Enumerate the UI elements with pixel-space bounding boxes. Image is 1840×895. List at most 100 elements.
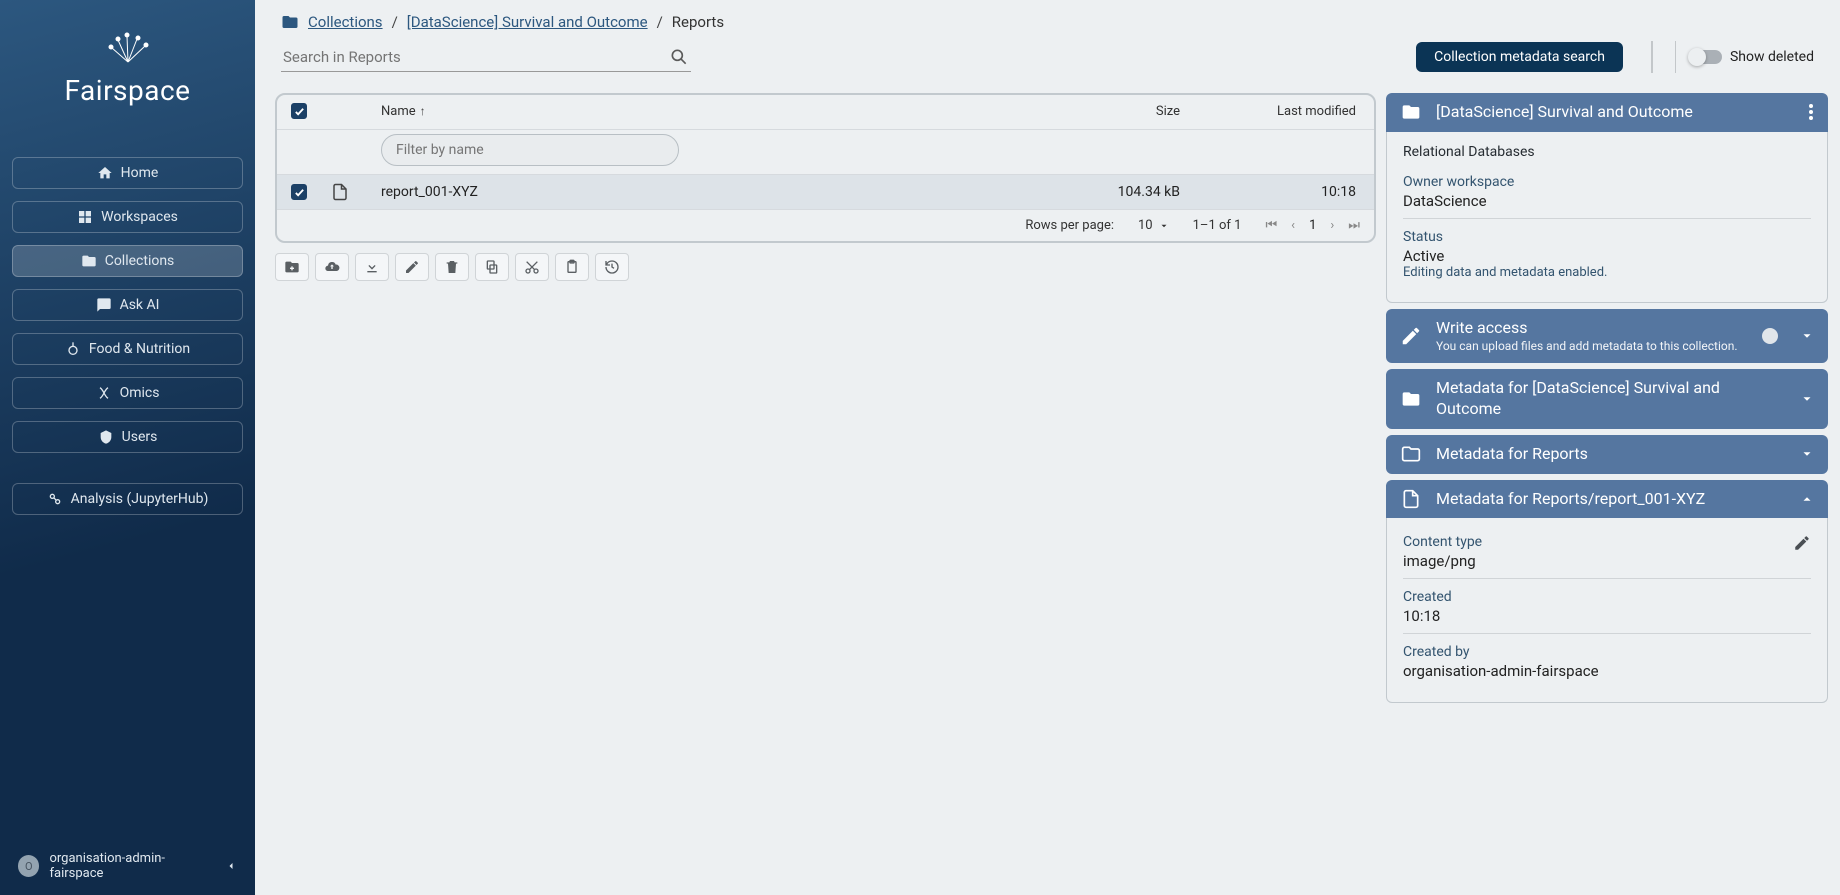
shield-icon (98, 429, 114, 445)
filter-by-name-input[interactable] (381, 134, 679, 166)
cut-button[interactable] (515, 253, 549, 281)
action-toolbar (275, 253, 1376, 281)
col-modified[interactable]: Last modified (1277, 104, 1356, 119)
copy-button[interactable] (475, 253, 509, 281)
breadcrumb-root[interactable]: Collections (308, 13, 383, 31)
row-name: report_001-XYZ (381, 184, 1000, 200)
sidebar-item-analysis[interactable]: Analysis (JupyterHub) (12, 483, 243, 515)
chevron-down-icon (1800, 329, 1814, 343)
created-by-value: organisation-admin-fairspace (1403, 662, 1811, 680)
created-by-label: Created by (1403, 644, 1811, 660)
main: Collections / [DataScience] Survival and… (255, 0, 1840, 895)
sidebar-nav: Home Workspaces Collections Ask AI Food … (0, 157, 255, 527)
download-button[interactable] (355, 253, 389, 281)
show-deleted-toggle[interactable] (1690, 50, 1722, 64)
user-avatar[interactable]: O (18, 855, 39, 877)
analysis-icon (47, 491, 63, 507)
new-folder-button[interactable] (275, 253, 309, 281)
select-all-checkbox[interactable] (291, 103, 307, 119)
file-icon (1400, 489, 1422, 509)
status-label: Status (1403, 229, 1811, 245)
folder-outline-icon (1400, 444, 1422, 464)
search-input[interactable] (283, 48, 669, 66)
collection-subtitle: Relational Databases (1403, 144, 1811, 160)
sidebar-item-collections[interactable]: Collections (12, 245, 243, 277)
table-row[interactable]: report_001-XYZ 104.34 kB 10:18 (277, 175, 1374, 210)
delete-button[interactable] (435, 253, 469, 281)
prev-page-button[interactable]: ‹ (1291, 218, 1295, 233)
file-icon (331, 183, 349, 201)
sort-asc-icon: ↑ (420, 104, 426, 118)
panel-title: Metadata for [DataScience] Survival and … (1436, 378, 1786, 420)
status-value: Active (1403, 247, 1811, 265)
created-value: 10:18 (1403, 607, 1811, 625)
paste-button[interactable] (555, 253, 589, 281)
metadata-file-panel: Metadata for Reports/report_001-XYZ Cont… (1386, 480, 1828, 704)
content-type-label: Content type (1403, 534, 1482, 550)
panel-subtitle: You can upload files and add metadata to… (1436, 339, 1748, 355)
row-checkbox[interactable] (291, 184, 307, 200)
sidebar-item-users[interactable]: Users (12, 421, 243, 453)
sidebar-item-omics[interactable]: Omics (12, 377, 243, 409)
sidebar-collapse-button[interactable] (225, 860, 237, 872)
content-type-value: image/png (1403, 552, 1811, 570)
more-menu-icon[interactable] (1808, 103, 1814, 121)
sidebar-item-workspaces[interactable]: Workspaces (12, 201, 243, 233)
brand-logo: Fairspace (0, 0, 255, 157)
metadata-folder-panel-header[interactable]: Metadata for Reports (1386, 435, 1828, 474)
sidebar-item-label: Home (121, 165, 159, 181)
next-page-button[interactable]: › (1330, 218, 1334, 233)
history-button[interactable] (595, 253, 629, 281)
breadcrumb-path[interactable]: [DataScience] Survival and Outcome (407, 13, 648, 31)
created-label: Created (1403, 589, 1811, 605)
upload-button[interactable] (315, 253, 349, 281)
sidebar-item-label: Food & Nutrition (89, 341, 190, 357)
brand-name: Fairspace (0, 74, 255, 107)
sidebar-item-label: Workspaces (101, 209, 178, 225)
search-input-wrap (281, 43, 691, 72)
edit-metadata-button[interactable] (1793, 534, 1811, 552)
collection-panel-header[interactable]: [DataScience] Survival and Outcome (1386, 93, 1828, 132)
collection-metadata-search-button[interactable]: Collection metadata search (1416, 42, 1623, 72)
write-access-panel: Write access You can upload files and ad… (1386, 309, 1828, 363)
sidebar-item-label: Analysis (JupyterHub) (71, 491, 209, 507)
metadata-collection-panel-header[interactable]: Metadata for [DataScience] Survival and … (1386, 369, 1828, 429)
metadata-folder-panel: Metadata for Reports (1386, 435, 1828, 474)
topbar: Collections / [DataScience] Survival and… (255, 0, 1840, 83)
panel-title: Metadata for Reports/report_001-XYZ (1436, 489, 1786, 510)
sidebar-item-label: Ask AI (120, 297, 160, 313)
food-icon (65, 341, 81, 357)
rows-per-page-label: Rows per page: (1025, 218, 1114, 233)
metadata-file-panel-header[interactable]: Metadata for Reports/report_001-XYZ (1386, 480, 1828, 519)
sidebar-item-label: Collections (105, 253, 175, 269)
folder-icon (1400, 102, 1422, 122)
file-listing: Name ↑ Size Last modified report_001-XYZ … (275, 93, 1376, 875)
col-name[interactable]: Name (381, 104, 416, 119)
row-modified: 10:18 (1180, 184, 1360, 200)
current-page: 1 (1309, 218, 1316, 233)
user-name: organisation-admin-fairspace (49, 851, 215, 881)
sidebar-item-home[interactable]: Home (12, 157, 243, 189)
folder-icon (1400, 389, 1422, 409)
collection-panel: [DataScience] Survival and Outcome Relat… (1386, 93, 1828, 303)
folder-icon (281, 13, 299, 31)
home-icon (97, 165, 113, 181)
chevron-up-icon (1800, 492, 1814, 506)
rename-button[interactable] (395, 253, 429, 281)
sidebar-item-food-nutrition[interactable]: Food & Nutrition (12, 333, 243, 365)
row-size: 104.34 kB (1000, 184, 1180, 200)
pencil-icon (1400, 325, 1422, 347)
search-icon[interactable] (669, 47, 689, 67)
panel-title: Write access (1436, 318, 1748, 339)
first-page-button[interactable]: ⏮ (1265, 218, 1277, 233)
write-access-panel-header[interactable]: Write access You can upload files and ad… (1386, 309, 1828, 363)
chat-icon (96, 297, 112, 313)
rows-per-page-select[interactable]: 10 (1138, 218, 1169, 233)
chevron-down-icon (1800, 447, 1814, 461)
status-hint: Editing data and metadata enabled. (1403, 265, 1811, 280)
col-size[interactable]: Size (1156, 104, 1180, 119)
last-page-button[interactable]: ⏭ (1348, 218, 1360, 233)
sidebar-item-ask-ai[interactable]: Ask AI (12, 289, 243, 321)
table-pager: Rows per page: 10 1–1 of 1 ⏮ ‹ 1 › ⏭ (277, 210, 1374, 241)
folder-icon (81, 253, 97, 269)
